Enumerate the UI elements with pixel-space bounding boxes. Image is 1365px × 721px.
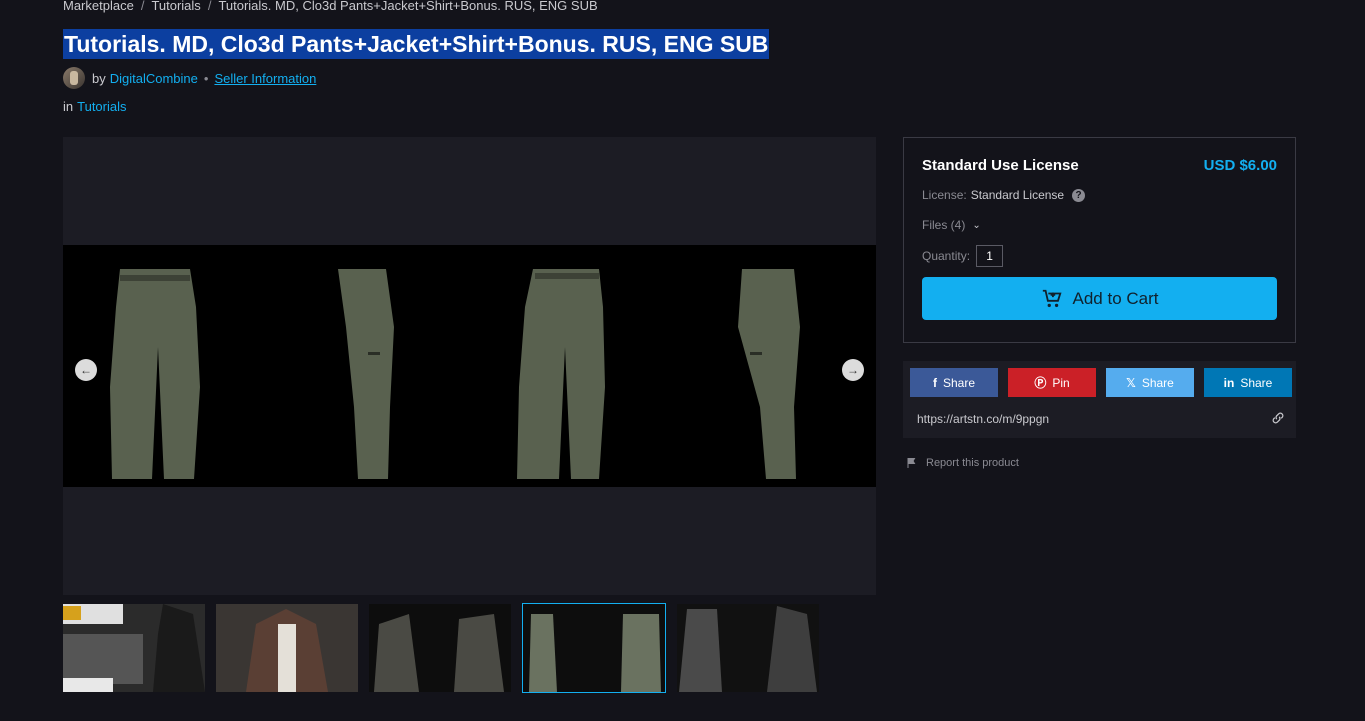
breadcrumb-marketplace[interactable]: Marketplace <box>63 0 134 13</box>
add-to-cart-label: Add to Cart <box>1072 288 1159 308</box>
thumbnail-3[interactable] <box>369 604 511 692</box>
link-icon[interactable] <box>1271 411 1285 425</box>
category-link[interactable]: Tutorials <box>77 99 126 114</box>
thumbnail-image <box>63 604 205 692</box>
thumbnail-5[interactable] <box>677 604 819 692</box>
add-to-cart-button[interactable]: Add to Cart <box>922 277 1277 320</box>
next-image-button[interactable]: → <box>842 359 864 381</box>
main-image <box>63 245 876 487</box>
arrow-right-icon: → <box>847 363 859 377</box>
pants-side-image <box>338 269 394 479</box>
in-label: in <box>63 99 74 114</box>
breadcrumb: Marketplace / Tutorials / Tutorials. MD, Clo… <box>63 0 598 13</box>
thumbnail-2[interactable] <box>216 604 358 692</box>
pinterest-pin-button[interactable]: Ⓟ Pin <box>1008 368 1096 397</box>
breadcrumb-separator: / <box>140 0 145 13</box>
report-product-label: Report this product <box>926 457 1019 469</box>
pinterest-icon: Ⓟ <box>1034 376 1047 390</box>
page-title: Tutorials. MD, Clo3d Pants+Jacket+Shirt+… <box>63 29 770 59</box>
pants-back-image <box>517 269 605 479</box>
seller-name-link[interactable]: DigitalCombine <box>110 71 198 86</box>
image-viewer: ← → <box>63 137 876 595</box>
files-label: Files (4) <box>922 218 966 232</box>
chevron-down-icon: ⌄ <box>972 219 981 231</box>
license-title: Standard Use License <box>922 157 1079 174</box>
license-panel: Standard Use License USD $6.00 License: … <box>903 137 1296 343</box>
thumbnail-4[interactable] <box>522 603 666 693</box>
prev-image-button[interactable]: ← <box>75 359 97 381</box>
pants-side-alt-image <box>738 269 800 479</box>
share-url[interactable]: https://artstn.co/m/9ppgn <box>917 412 1049 426</box>
seller-information-link[interactable]: Seller Information <box>214 71 316 86</box>
breadcrumb-current: Tutorials. MD, Clo3d Pants+Jacket+Shirt+… <box>218 0 598 13</box>
linkedin-icon: in <box>1223 375 1235 390</box>
license-row: License: Standard License ? <box>922 188 1086 202</box>
linkedin-share-button[interactable]: in Share <box>1204 368 1292 397</box>
facebook-share-button[interactable]: f Share <box>910 368 998 397</box>
facebook-share-label: Share <box>942 375 976 390</box>
thumbnail-strip <box>63 603 819 693</box>
flag-icon <box>907 458 916 468</box>
pants-front-image <box>110 269 200 479</box>
by-label: by <box>92 70 106 86</box>
thumbnail-1[interactable] <box>63 604 205 692</box>
thumbnail-image <box>523 604 665 692</box>
linkedin-share-label: Share <box>1240 375 1273 390</box>
breadcrumb-separator: / <box>207 0 212 13</box>
share-panel: f Share Ⓟ Pin 𝕏 Share in Share https://a… <box>903 361 1296 438</box>
category-line: in Tutorials <box>63 99 127 114</box>
facebook-icon: f <box>932 375 937 390</box>
x-share-label: Share <box>1141 375 1174 390</box>
license-price: USD $6.00 <box>1203 157 1277 174</box>
quantity-label: Quantity: <box>922 249 971 263</box>
avatar[interactable] <box>63 67 85 89</box>
question-icon[interactable]: ? <box>1072 188 1086 202</box>
breadcrumb-tutorials[interactable]: Tutorials <box>151 0 200 13</box>
x-share-button[interactable]: 𝕏 Share <box>1106 368 1194 397</box>
x-icon: 𝕏 <box>1126 375 1136 390</box>
arrow-left-icon: ← <box>80 363 92 377</box>
pinterest-pin-label: Pin <box>1052 375 1070 390</box>
thumbnail-image <box>677 604 819 692</box>
files-toggle[interactable]: Files (4) ⌄ <box>922 218 981 232</box>
bullet-separator: • <box>203 70 209 86</box>
report-product-link[interactable]: Report this product <box>906 457 1019 469</box>
quantity-row: Quantity: <box>922 245 1004 267</box>
quantity-input[interactable] <box>976 245 1004 267</box>
seller-byline: by DigitalCombine • Seller Information <box>63 66 316 90</box>
license-label: License: <box>922 188 967 202</box>
thumbnail-image <box>216 604 358 692</box>
license-value: Standard License <box>970 188 1065 202</box>
cart-add-icon <box>1042 289 1061 307</box>
thumbnail-image <box>369 604 511 692</box>
